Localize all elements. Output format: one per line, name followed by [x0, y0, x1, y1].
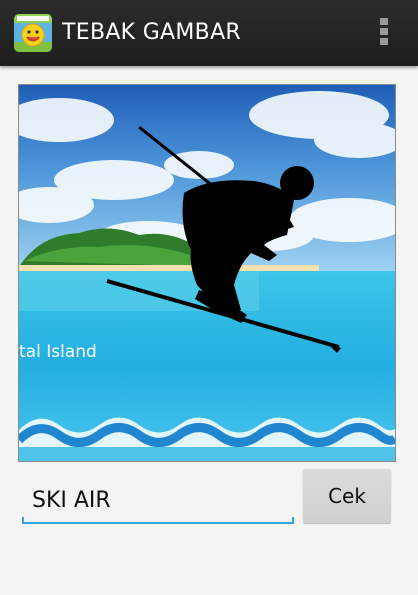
more-vert-icon[interactable]	[374, 16, 394, 50]
screen: TEBAK GAMBAR tal Island SKI AIR Cek	[0, 0, 418, 595]
answer-underline	[22, 517, 294, 524]
check-button[interactable]: Cek	[303, 469, 391, 523]
image-caption: tal Island	[19, 342, 97, 362]
action-bar: TEBAK GAMBAR	[0, 0, 418, 66]
answer-input[interactable]	[22, 480, 294, 520]
puzzle-picture: tal Island	[18, 84, 396, 462]
app-title: TEBAK GAMBAR	[62, 20, 242, 45]
answer-field[interactable]	[22, 480, 294, 524]
app-logo-icon[interactable]	[14, 14, 52, 52]
